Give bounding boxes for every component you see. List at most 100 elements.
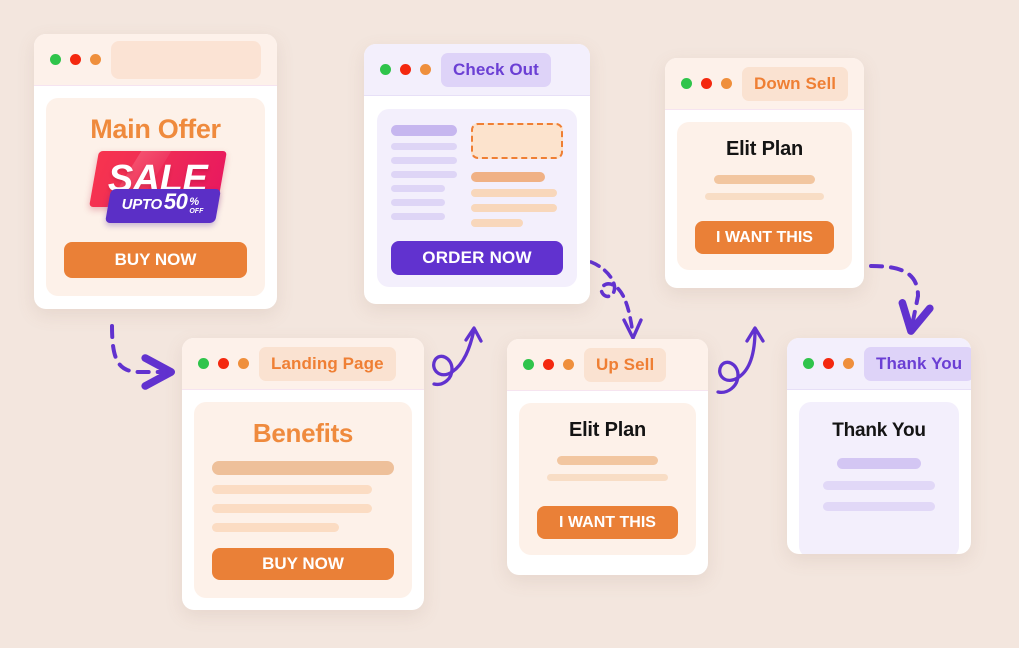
- upto-badge-text: UPTO 50 % OFF: [108, 189, 218, 223]
- card-down-sell[interactable]: Down Sell Elit Plan I WANT THIS: [665, 58, 864, 288]
- placeholder-bar: [212, 504, 373, 513]
- landing-page-placeholder-bars: [212, 461, 394, 532]
- window-dot-orange-icon: [238, 358, 249, 369]
- funnel-diagram-canvas: Main Offer SALE UPTO 50 % OFF BUY NOW Ch…: [0, 0, 1019, 648]
- up-sell-heading: Elit Plan: [568, 419, 647, 441]
- placeholder-bar: [391, 199, 446, 206]
- landing-page-buy-now-button[interactable]: BUY NOW: [212, 548, 394, 580]
- thank-you-heading: Thank You: [832, 420, 926, 441]
- down-sell-i-want-this-button[interactable]: I WANT THIS: [695, 221, 834, 254]
- arrow-main-offer-to-landing-page: [110, 324, 176, 390]
- placeholder-bar: [391, 185, 446, 192]
- window-dot-red-icon: [218, 358, 229, 369]
- upto-word: UPTO: [121, 196, 163, 213]
- window-dots: [803, 358, 854, 369]
- up-sell-i-want-this-button[interactable]: I WANT THIS: [537, 506, 678, 539]
- placeholder-bar: [704, 193, 825, 200]
- placeholder-bar: [391, 213, 446, 220]
- placeholder-bar: [212, 485, 373, 494]
- window-dot-green-icon: [803, 358, 814, 369]
- placeholder-bar: [556, 456, 659, 465]
- check-out-dashed-box: [471, 123, 563, 159]
- card-main-offer-body: Main Offer SALE UPTO 50 % OFF BUY NOW: [34, 86, 277, 308]
- placeholder-bar: [714, 175, 815, 184]
- thank-you-placeholder-bars: [815, 458, 943, 511]
- placeholder-bar: [391, 125, 457, 136]
- up-sell-placeholder-bars: [537, 456, 678, 481]
- placeholder-bar: [391, 143, 457, 150]
- card-landing-page[interactable]: Landing Page Benefits BUY NOW: [182, 338, 424, 610]
- card-main-offer[interactable]: Main Offer SALE UPTO 50 % OFF BUY NOW: [34, 34, 277, 309]
- check-out-form-placeholder: [391, 123, 457, 227]
- card-up-sell[interactable]: Up Sell Elit Plan I WANT THIS: [507, 339, 708, 575]
- window-dot-red-icon: [823, 358, 834, 369]
- window-dot-orange-icon: [420, 64, 431, 75]
- check-out-summary-placeholder: [471, 123, 563, 227]
- placeholder-bar: [471, 172, 545, 182]
- upto-suffix: % OFF: [189, 196, 204, 216]
- card-main-offer-titlebar: [34, 34, 277, 86]
- card-check-out-title-pill: Check Out: [441, 52, 551, 87]
- down-sell-heading: Elit Plan: [725, 138, 804, 160]
- card-down-sell-title-pill: Down Sell: [742, 66, 849, 101]
- window-dot-orange-icon: [843, 358, 854, 369]
- window-dot-red-icon: [543, 359, 554, 370]
- main-offer-buy-now-button[interactable]: BUY NOW: [64, 242, 247, 278]
- down-sell-panel: Elit Plan I WANT THIS: [677, 122, 852, 270]
- arrow-up-sell-to-down-sell: [716, 326, 765, 394]
- window-dot-green-icon: [50, 54, 61, 65]
- window-dots: [50, 54, 101, 65]
- window-dot-orange-icon: [563, 359, 574, 370]
- window-dot-orange-icon: [721, 78, 732, 89]
- window-dot-green-icon: [198, 358, 209, 369]
- card-down-sell-body: Elit Plan I WANT THIS: [665, 110, 864, 282]
- thank-you-panel: Thank You: [799, 402, 959, 554]
- card-landing-page-title-pill: Landing Page: [259, 346, 396, 381]
- up-sell-panel: Elit Plan I WANT THIS: [519, 403, 696, 555]
- card-landing-page-body: Benefits BUY NOW: [182, 390, 424, 610]
- window-dots: [681, 78, 732, 89]
- window-dot-orange-icon: [90, 54, 101, 65]
- window-dot-green-icon: [380, 64, 391, 75]
- card-check-out[interactable]: Check Out ORDER NOW: [364, 44, 590, 304]
- card-thank-you-titlebar: Thank You: [787, 338, 971, 390]
- placeholder-bar: [212, 461, 394, 475]
- upto-percent-sign: %: [189, 196, 200, 208]
- window-dot-red-icon: [400, 64, 411, 75]
- card-down-sell-titlebar: Down Sell: [665, 58, 864, 110]
- card-main-offer-title-pill: [111, 40, 261, 79]
- check-out-order-now-button[interactable]: ORDER NOW: [391, 241, 563, 275]
- landing-page-panel: Benefits BUY NOW: [194, 402, 412, 598]
- window-dot-green-icon: [681, 78, 692, 89]
- arrow-check-out-to-up-sell: [589, 260, 643, 340]
- card-thank-you[interactable]: Thank You Thank You: [787, 338, 971, 554]
- placeholder-bar: [391, 157, 457, 164]
- card-check-out-body: ORDER NOW: [364, 96, 590, 300]
- placeholder-bar: [836, 458, 922, 469]
- card-thank-you-title-pill: Thank You: [864, 346, 971, 381]
- window-dot-red-icon: [701, 78, 712, 89]
- window-dot-red-icon: [70, 54, 81, 65]
- card-check-out-titlebar: Check Out: [364, 44, 590, 96]
- placeholder-bar: [471, 204, 558, 212]
- placeholder-bar: [212, 523, 340, 532]
- window-dots: [523, 359, 574, 370]
- window-dot-green-icon: [523, 359, 534, 370]
- placeholder-bar: [391, 171, 457, 178]
- window-dots: [380, 64, 431, 75]
- placeholder-bar: [471, 219, 523, 227]
- placeholder-bar: [546, 474, 669, 481]
- placeholder-bar: [471, 189, 558, 197]
- card-up-sell-title-pill: Up Sell: [584, 347, 667, 382]
- card-up-sell-body: Elit Plan I WANT THIS: [507, 391, 708, 567]
- arrow-down-sell-to-thank-you: [869, 264, 934, 335]
- check-out-columns: [391, 123, 563, 227]
- placeholder-bar: [822, 481, 936, 490]
- placeholder-bar: [822, 502, 936, 511]
- upto-off-label: OFF: [189, 208, 204, 215]
- arrow-landing-page-to-check-out: [432, 326, 483, 387]
- sale-badge: SALE UPTO 50 % OFF: [88, 151, 227, 233]
- card-thank-you-body: Thank You: [787, 390, 971, 554]
- main-offer-panel: Main Offer SALE UPTO 50 % OFF BUY NOW: [46, 98, 265, 296]
- down-sell-placeholder-bars: [695, 175, 834, 200]
